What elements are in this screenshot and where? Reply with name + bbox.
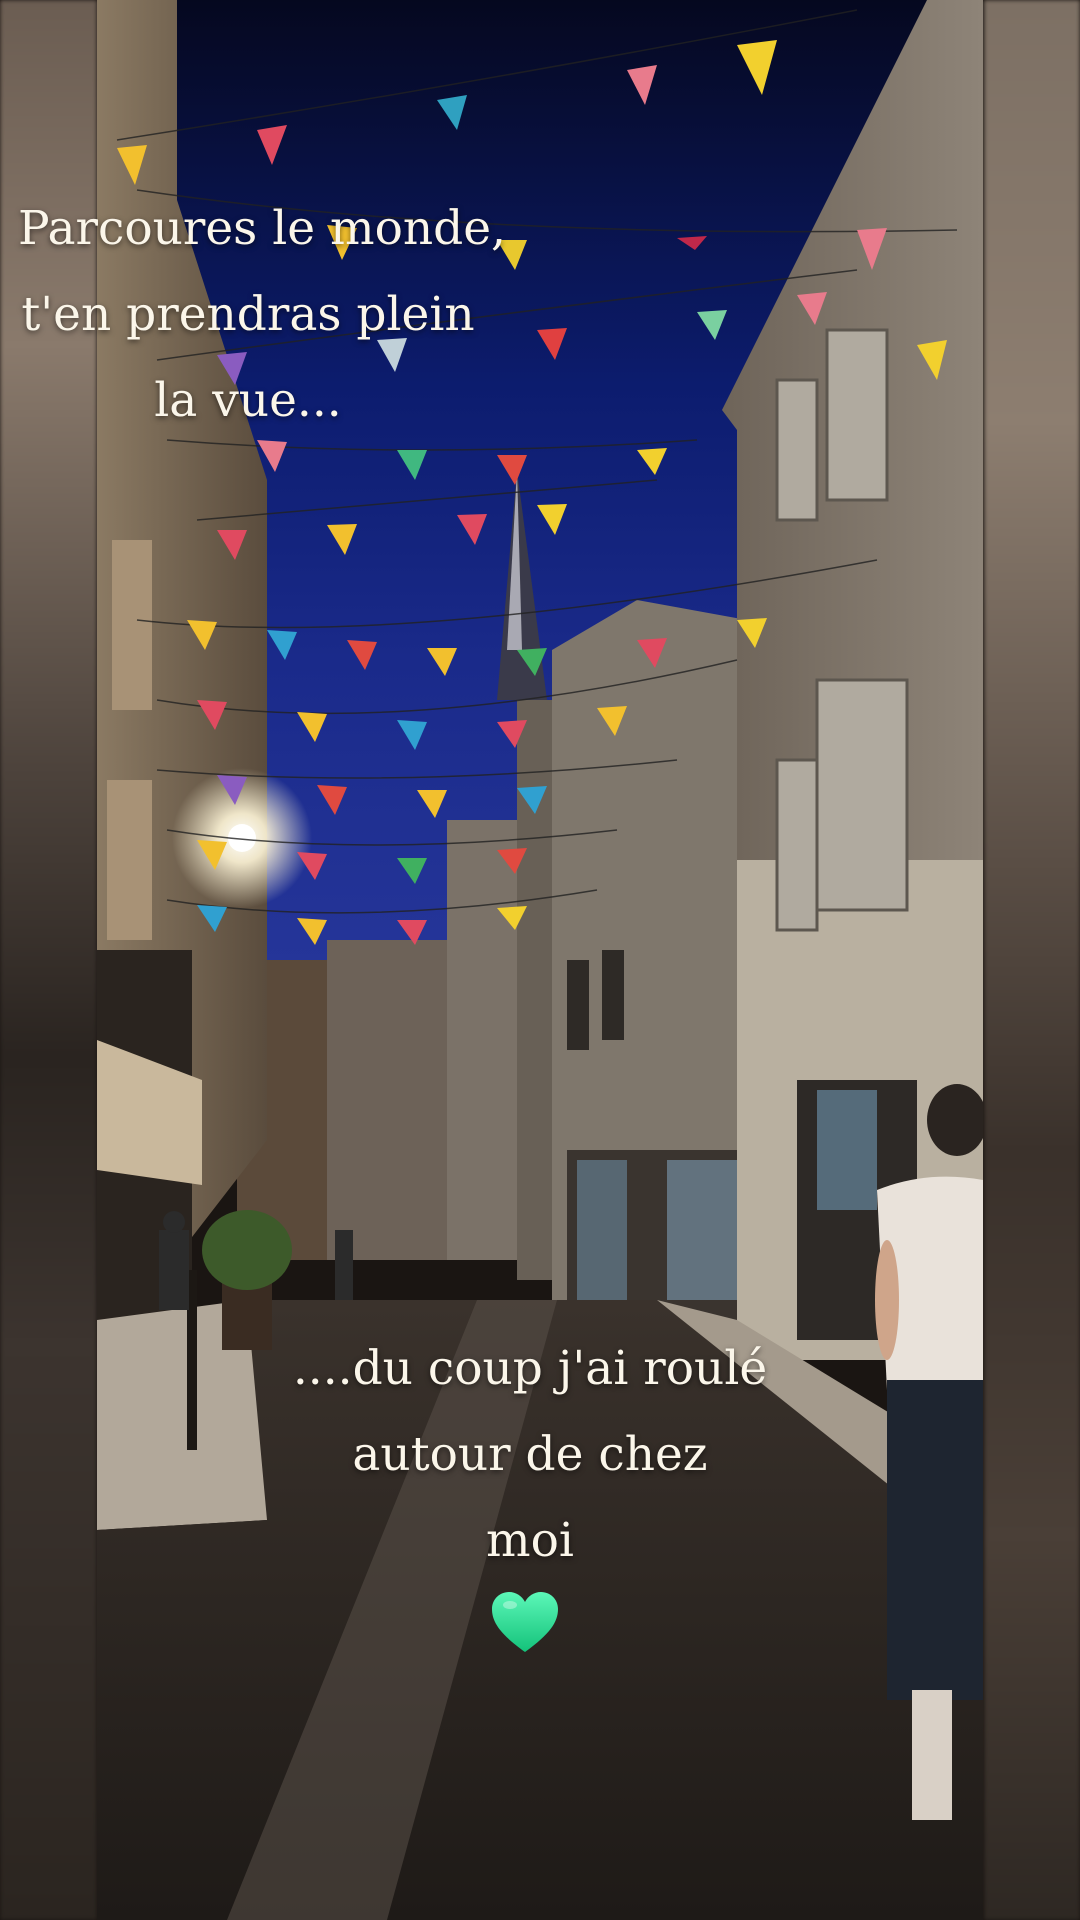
story-viewer[interactable]: Parcoures le monde, t'en prendras plein … <box>0 0 1080 1920</box>
green-heart-icon <box>490 1590 560 1656</box>
caption-bottom: ....du coup j'ai roulé autour de chez mo… <box>292 1341 768 1568</box>
blurred-side-right <box>984 0 1080 1920</box>
caption-top: Parcoures le monde, t'en prendras plein … <box>18 201 506 428</box>
